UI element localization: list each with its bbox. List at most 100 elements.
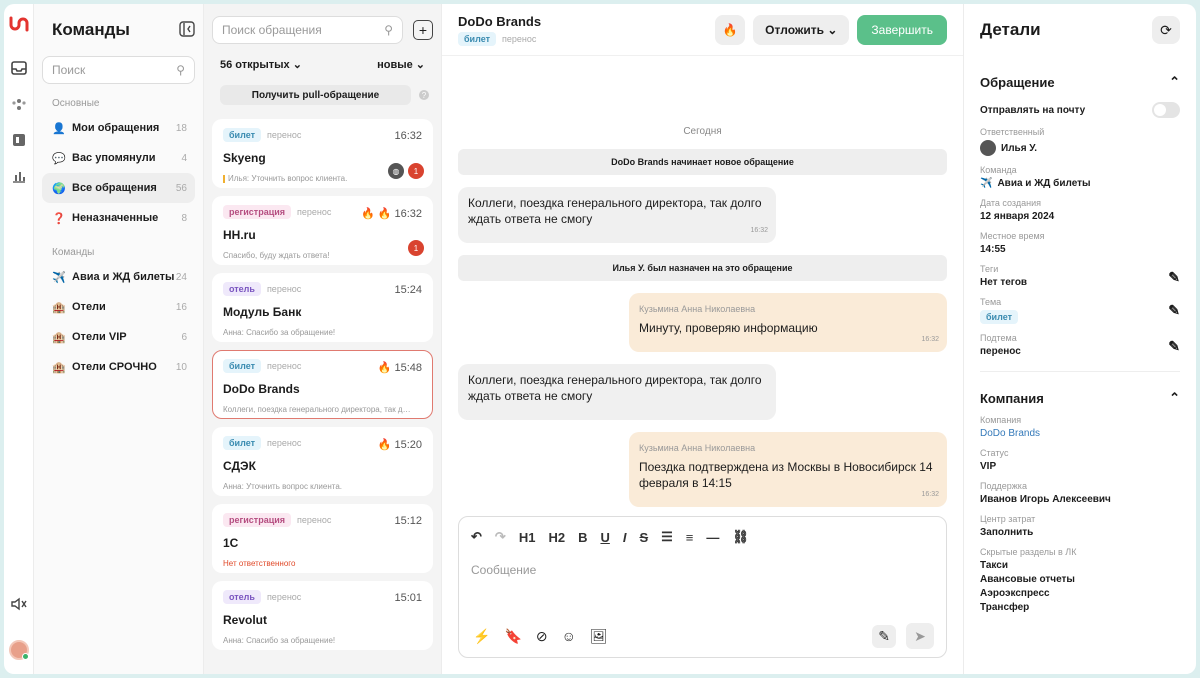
nav-mentions[interactable]: 💬 Вас упомянули 4 (42, 143, 195, 173)
inbox-icon[interactable] (9, 58, 29, 78)
team-icon[interactable] (9, 94, 29, 114)
local-time-label: Местное время (980, 231, 1045, 241)
edit-subtopic-icon[interactable]: ✎ (1168, 338, 1180, 355)
owner-name: Илья У. (1001, 142, 1038, 154)
refresh-icon[interactable]: ⟳ (1152, 16, 1180, 44)
bullet-list-icon[interactable]: ≡ (686, 530, 694, 545)
case-preview: Спасибо, буду ждать ответа! (223, 251, 330, 260)
nav-team-hotels[interactable]: 🏨 Отели 16 (42, 292, 195, 322)
message-time: 16:32 (921, 491, 939, 498)
agent-avatar: ◍ (388, 163, 404, 179)
nav-all-cases[interactable]: 🌍 Все обращения 56 (42, 173, 195, 203)
heading2-button[interactable]: H2 (548, 530, 565, 545)
finish-button[interactable]: Завершить (857, 14, 947, 45)
case-preview: Анна: Уточнить вопрос клиента. (223, 482, 343, 491)
case-card[interactable]: отель перенос 15:24 Модуль Банк Анна: Спа… (212, 273, 433, 342)
case-card[interactable]: билет перенос 🔥 15:20 СДЭК Анна: Уточнить … (212, 427, 433, 496)
ai-assist-icon[interactable]: ✎ (872, 624, 896, 648)
postpone-button[interactable]: Отложить ⌄ (753, 14, 850, 45)
message-input[interactable]: Сообщение (459, 545, 946, 595)
message-time: 16:32 (921, 336, 939, 343)
teams-search-input[interactable]: Поиск ⚲ (42, 56, 195, 84)
case-search-input[interactable]: Поиск обращения ⚲ (212, 16, 403, 44)
hidden-section-item: Трансфер (980, 602, 1030, 613)
collapse-panel-icon[interactable] (179, 20, 195, 40)
underline-button[interactable]: U (600, 530, 609, 545)
edit-topic-icon[interactable]: ✎ (1168, 302, 1180, 319)
search-icon: ⚲ (176, 63, 185, 77)
strikethrough-button[interactable]: S (639, 530, 648, 545)
client-message: Коллеги, поездка генерального директора,… (458, 364, 776, 420)
search-placeholder: Поиск обращения (222, 23, 322, 37)
case-card-selected[interactable]: билет перенос 🔥 15:48 DoDo Brands Коллеги,… (212, 350, 433, 419)
chevron-down-icon: ⌄ (827, 22, 838, 37)
case-title: СДЭК (223, 459, 256, 473)
speech-icon: 💬 (52, 152, 66, 165)
chart-icon[interactable] (9, 166, 29, 186)
support-value: Иванов Игорь Алексеевич (980, 494, 1111, 505)
edit-tags-icon[interactable]: ✎ (1168, 269, 1180, 286)
case-card[interactable]: отель перенос 15:01 Revolut Анна: Спасибо… (212, 581, 433, 650)
sort-filter[interactable]: новые ⌄ (377, 58, 425, 71)
case-card[interactable]: регистрация перенос 🔥 🔥 16:32 HH.ru Спасибо… (212, 196, 433, 265)
case-card[interactable]: регистрация перенос 15:12 1С Нет ответств… (212, 504, 433, 573)
nav-my-cases[interactable]: 👤 Мои обращения 18 (42, 113, 195, 143)
user-avatar[interactable] (8, 640, 29, 660)
fire-button[interactable]: 🔥 (715, 14, 746, 45)
open-filter[interactable]: 56 открытых ⌄ (220, 58, 302, 71)
bookmark-icon[interactable]: 🔖 (504, 628, 521, 645)
teams-panel: Команды Поиск ⚲ Основные 👤 Мои обращения 18… (34, 4, 204, 674)
chevron-up-icon: ⌃ (1169, 390, 1180, 405)
company-link[interactable]: DoDo Brands (980, 428, 1180, 439)
ordered-list-icon[interactable]: ☰ (661, 529, 673, 545)
italic-button[interactable]: I (623, 530, 627, 545)
team-label: Команда (980, 165, 1017, 175)
send-icon[interactable]: ➤ (906, 623, 934, 649)
logo-icon[interactable] (9, 14, 29, 34)
nav-team-flights[interactable]: ✈️ Авиа и ЖД билеты 24 (42, 262, 195, 292)
nav-label: Неназначенные (72, 212, 159, 224)
bold-button[interactable]: B (578, 530, 587, 545)
divider-icon[interactable]: — (706, 530, 719, 545)
hotel-icon: 🏨 (52, 331, 66, 344)
heading1-button[interactable]: H1 (519, 530, 536, 545)
case-list-panel: Поиск обращения ⚲ + 56 открытых ⌄ новые ⌄… (204, 4, 442, 674)
hotel-icon: 🏨 (52, 361, 66, 374)
mute-icon[interactable] (9, 594, 29, 614)
nav-team-hotels-urgent[interactable]: 🏨 Отели СРОЧНО 10 (42, 352, 195, 382)
owner-value[interactable]: Илья У. (980, 140, 1180, 156)
fire-icon: 🔥 (377, 362, 392, 374)
redo-icon[interactable]: ↷ (495, 529, 506, 545)
case-card[interactable]: билет перенос 16:32 Skyeng Илья: Уточнить… (212, 119, 433, 188)
message-author: Кузьмина Анна Николаевна (639, 443, 756, 453)
help-icon[interactable]: ? (419, 90, 429, 100)
chevron-down-icon: ⌄ (415, 59, 425, 71)
case-time-value: 16:32 (394, 207, 422, 220)
company-section-header[interactable]: Компания ⌃ (980, 390, 1180, 406)
lightning-icon[interactable]: ⚡ (473, 628, 490, 645)
open-count: 56 открытых (220, 59, 290, 71)
new-case-icon[interactable]: + (413, 20, 433, 40)
system-message: DoDo Brands начинает новое обращение (458, 149, 947, 175)
nav-team-hotels-vip[interactable]: 🏨 Отели VIP 6 (42, 322, 195, 352)
calendar-icon[interactable] (9, 130, 29, 150)
image-icon[interactable]: 🖼 (590, 628, 608, 645)
undo-icon[interactable]: ↶ (471, 529, 482, 545)
fire-icon: 🔥 (722, 22, 738, 37)
case-title: Revolut (223, 613, 268, 627)
emoji-icon[interactable]: ☺ (562, 628, 576, 644)
cost-center-value[interactable]: Заполнить (980, 527, 1180, 538)
case-preview: Анна: Спасибо за обращение! (223, 328, 336, 337)
case-subtopic: перенос (267, 361, 302, 371)
attach-icon[interactable]: ⊘ (536, 628, 548, 645)
nav-label: Отели VIP (72, 331, 127, 343)
case-time: 16:32 (394, 130, 422, 142)
nav-unassigned[interactable]: ❓ Неназначенные 8 (42, 203, 195, 233)
pull-case-button[interactable]: Получить pull-обращение (220, 85, 411, 105)
nav-label: Отели (72, 301, 106, 313)
case-section-header[interactable]: Обращение ⌃ (980, 74, 1180, 90)
link-icon[interactable]: ⛓ (732, 529, 749, 545)
send-email-toggle[interactable] (1152, 102, 1180, 118)
topic-value: билет ✎ (980, 302, 1180, 324)
client-message: Коллеги, поездка генерального директора,… (458, 187, 776, 243)
